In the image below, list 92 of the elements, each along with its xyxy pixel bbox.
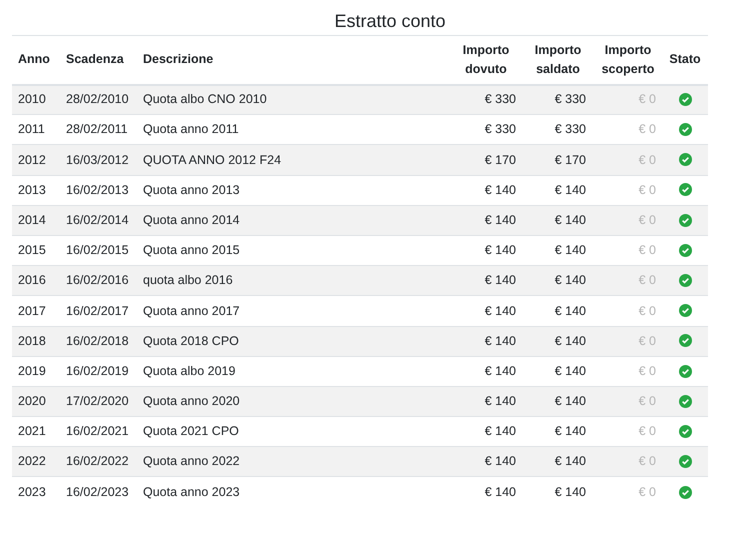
table-cell: € 140 xyxy=(484,424,516,438)
page-title: Estratto conto xyxy=(333,10,447,33)
table-cell: € 140 xyxy=(484,334,516,348)
table-cell: € 0 xyxy=(638,304,656,318)
table-cell: € 0 xyxy=(638,364,656,378)
table-cell: € 140 xyxy=(484,454,516,468)
table-cell: 2014 xyxy=(18,212,46,227)
table-cell: € 0 xyxy=(638,152,656,167)
table-cell: 2016 xyxy=(18,273,46,288)
table-cell: Quota anno 2022 xyxy=(143,454,240,468)
table-cell: 28/02/2011 xyxy=(66,122,128,136)
table-cell: 16/02/2013 xyxy=(66,182,129,197)
table-cell: 16/03/2012 xyxy=(66,152,129,167)
table-cell: € 140 xyxy=(554,243,586,258)
table-cell: € 0 xyxy=(638,243,656,258)
table-cell: € 140 xyxy=(484,212,516,227)
table-cell: 2020 xyxy=(18,394,46,408)
table-cell: 16/02/2022 xyxy=(66,454,129,468)
table-cell: 2013 xyxy=(18,182,46,197)
table-cell: € 0 xyxy=(638,334,656,348)
table-cell: 2010 xyxy=(18,92,46,106)
column-header: Descrizione xyxy=(143,51,214,68)
table-cell: € 140 xyxy=(554,424,586,438)
column-header: Importo dovuto xyxy=(462,42,510,78)
table-cell: 16/02/2017 xyxy=(66,304,129,318)
table-cell: € 0 xyxy=(638,182,656,197)
table-cell: € 140 xyxy=(554,334,586,348)
table-cell: 2022 xyxy=(18,454,46,468)
table-cell: € 140 xyxy=(484,273,516,288)
table-cell: 2021 xyxy=(18,424,46,438)
table-cell: € 0 xyxy=(638,484,656,499)
table-cell: € 140 xyxy=(554,212,586,227)
table-cell: quota albo 2016 xyxy=(143,273,233,288)
table-cell: € 0 xyxy=(638,454,656,468)
table-cell: € 140 xyxy=(484,243,516,258)
table-cell: Quota 2018 CPO xyxy=(143,334,239,348)
table-cell: € 330 xyxy=(484,122,516,136)
table-cell: € 140 xyxy=(484,394,516,408)
table-cell: Quota albo CNO 2010 xyxy=(143,92,267,106)
table-cell: € 0 xyxy=(638,212,656,227)
table-cell: € 140 xyxy=(554,394,586,408)
table-cell: Quota anno 2011 xyxy=(143,122,239,136)
table-cell: € 170 xyxy=(484,152,516,167)
table-cell: € 0 xyxy=(638,424,656,438)
table-cell: € 140 xyxy=(554,364,586,378)
table-cell: 16/02/2019 xyxy=(66,364,129,378)
table-cell: Quota albo 2019 xyxy=(143,364,236,378)
table-cell: € 140 xyxy=(554,273,586,288)
table-cell: € 0 xyxy=(638,122,656,136)
column-header: Scadenza xyxy=(66,51,124,68)
table-cell: € 140 xyxy=(554,182,586,197)
table-cell: € 140 xyxy=(554,454,586,468)
table-cell: 28/02/2010 xyxy=(66,92,129,106)
table-cell: 16/02/2021 xyxy=(66,424,129,438)
column-header: Stato xyxy=(669,51,701,68)
table-cell: € 140 xyxy=(484,182,516,197)
table-cell: 16/02/2014 xyxy=(66,212,129,227)
column-header: Importo saldato xyxy=(534,42,582,78)
table-cell: € 140 xyxy=(554,484,586,499)
table-cell: 2011 xyxy=(18,122,45,136)
column-header: Anno xyxy=(18,51,50,68)
table-cell: € 140 xyxy=(484,364,516,378)
table-cell: QUOTA ANNO 2012 F24 xyxy=(143,152,282,167)
table-cell: € 0 xyxy=(638,273,656,288)
table-cell: Quota anno 2017 xyxy=(143,304,240,318)
table-cell: 17/02/2020 xyxy=(66,394,129,408)
table-cell: Quota 2021 CPO xyxy=(143,424,239,438)
table-cell: 2015 xyxy=(18,243,46,258)
table-cell: € 170 xyxy=(554,152,586,167)
table-cell: 16/02/2018 xyxy=(66,334,129,348)
table-cell: € 330 xyxy=(484,92,516,106)
table-cell: Quota anno 2015 xyxy=(143,243,240,258)
table-cell: € 140 xyxy=(554,304,586,318)
column-header: Importo scoperto xyxy=(600,42,656,78)
table-cell: € 330 xyxy=(554,92,586,106)
table-cell: Quota anno 2014 xyxy=(143,212,240,227)
table-cell: Quota anno 2013 xyxy=(143,182,240,197)
table-cell: 16/02/2023 xyxy=(66,484,129,499)
table-cell: € 140 xyxy=(484,484,516,499)
table-cell: € 0 xyxy=(638,92,656,106)
table-cell: Quota anno 2020 xyxy=(143,394,240,408)
table-cell: 2023 xyxy=(18,484,46,499)
table-cell: € 0 xyxy=(638,394,656,408)
table-cell: € 330 xyxy=(554,122,586,136)
table-cell: 2019 xyxy=(18,364,46,378)
table-cell: Quota anno 2023 xyxy=(143,484,240,499)
table-cell: 2018 xyxy=(18,334,46,348)
table-cell: 2012 xyxy=(18,152,46,167)
table-cell: 16/02/2015 xyxy=(66,243,129,258)
table-cell: 2017 xyxy=(18,304,46,318)
table-cell: 16/02/2016 xyxy=(66,273,129,288)
table-cell: € 140 xyxy=(484,304,516,318)
